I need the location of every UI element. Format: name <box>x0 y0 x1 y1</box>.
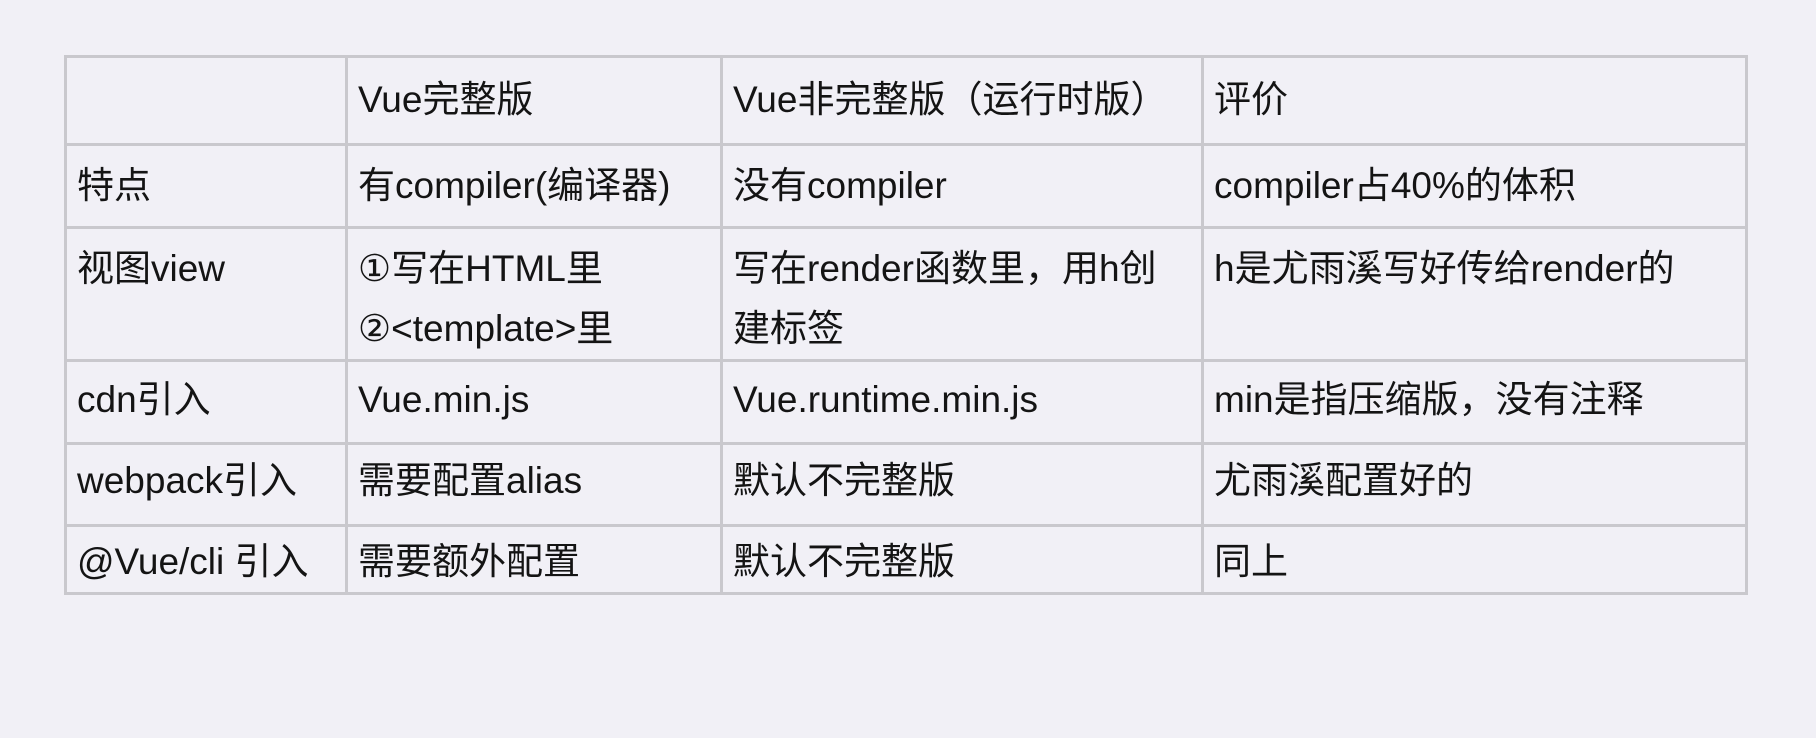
comment-cell: h是尤雨溪写好传给render的 <box>1201 226 1748 362</box>
row-label: webpack引入 <box>64 442 348 527</box>
table-header-row: Vue完整版 Vue非完整版（运行时版） 评价 <box>64 55 1748 146</box>
full-version-cell: 需要额外配置 <box>345 524 723 595</box>
table-row: webpack引入 需要配置alias 默认不完整版 尤雨溪配置好的 <box>64 442 1748 527</box>
runtime-version-cell: 默认不完整版 <box>720 442 1204 527</box>
runtime-version-cell: 没有compiler <box>720 143 1204 229</box>
row-label: 视图view <box>64 226 348 362</box>
header-comment: 评价 <box>1201 55 1748 146</box>
comment-cell: 同上 <box>1201 524 1748 595</box>
table-row: 视图view ①写在HTML里 ②<template>里 写在render函数里… <box>64 226 1748 362</box>
full-version-cell: 有compiler(编译器) <box>345 143 723 229</box>
full-version-cell: 需要配置alias <box>345 442 723 527</box>
table-row: @Vue/cli 引入 需要额外配置 默认不完整版 同上 <box>64 524 1748 595</box>
header-full-version: Vue完整版 <box>345 55 723 146</box>
runtime-version-cell: 写在render函数里，用h创建标签 <box>720 226 1204 362</box>
vue-version-comparison-table: Vue完整版 Vue非完整版（运行时版） 评价 特点 有compiler(编译器… <box>64 55 1748 595</box>
table-row: cdn引入 Vue.min.js Vue.runtime.min.js min是… <box>64 359 1748 445</box>
comment-cell: compiler占40%的体积 <box>1201 143 1748 229</box>
row-label: cdn引入 <box>64 359 348 445</box>
full-version-cell: ①写在HTML里 ②<template>里 <box>345 226 723 362</box>
full-version-cell: Vue.min.js <box>345 359 723 445</box>
row-label: 特点 <box>64 143 348 229</box>
header-runtime-version: Vue非完整版（运行时版） <box>720 55 1204 146</box>
row-label: @Vue/cli 引入 <box>64 524 348 595</box>
comparison-table-wrapper: Vue完整版 Vue非完整版（运行时版） 评价 特点 有compiler(编译器… <box>64 55 1748 595</box>
table-row: 特点 有compiler(编译器) 没有compiler compiler占40… <box>64 143 1748 229</box>
header-empty-cell <box>64 55 348 146</box>
runtime-version-cell: 默认不完整版 <box>720 524 1204 595</box>
runtime-version-cell: Vue.runtime.min.js <box>720 359 1204 445</box>
comment-cell: min是指压缩版，没有注释 <box>1201 359 1748 445</box>
comment-cell: 尤雨溪配置好的 <box>1201 442 1748 527</box>
